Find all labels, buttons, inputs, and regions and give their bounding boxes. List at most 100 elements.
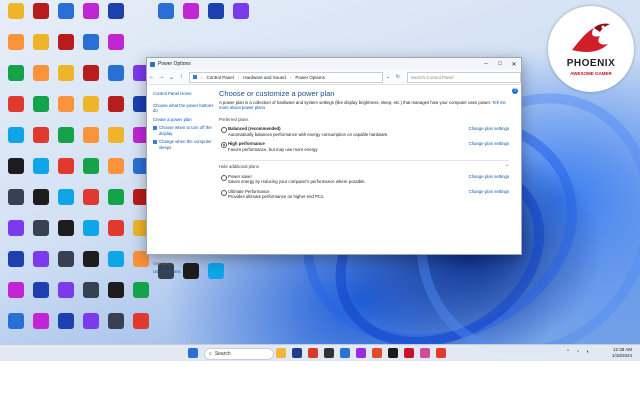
store-icon[interactable] bbox=[292, 348, 302, 358]
taskbar-clock[interactable]: 12:38 AM 1/18/2024 bbox=[612, 347, 632, 359]
desktop-shortcut-icon[interactable] bbox=[28, 281, 54, 311]
desktop-shortcut-icon[interactable] bbox=[28, 95, 54, 125]
app-icon[interactable] bbox=[404, 348, 414, 358]
search-input[interactable]: Search Control Panel bbox=[406, 71, 521, 83]
desktop-shortcut-icon[interactable] bbox=[128, 281, 154, 311]
desktop-shortcut-icon[interactable] bbox=[3, 157, 29, 187]
breadcrumb-item[interactable]: Hardware and Sound bbox=[243, 75, 286, 80]
desktop-shortcut-icon[interactable] bbox=[103, 188, 129, 218]
desktop-shortcut-icon[interactable] bbox=[3, 126, 29, 156]
desktop-shortcut-icon[interactable] bbox=[228, 2, 254, 32]
desktop-shortcut-icon[interactable] bbox=[78, 33, 104, 63]
desktop-shortcut-icon[interactable] bbox=[28, 188, 54, 218]
app-icon[interactable] bbox=[340, 348, 350, 358]
tray-chevron-icon[interactable]: ⌃ bbox=[566, 349, 570, 355]
desktop-shortcut-icon[interactable] bbox=[103, 33, 129, 63]
desktop-shortcut-icon[interactable] bbox=[53, 312, 79, 342]
desktop-shortcut-icon[interactable] bbox=[78, 250, 104, 280]
address-dropdown-icon[interactable]: ⌄ bbox=[383, 74, 393, 80]
desktop-shortcut-icon[interactable] bbox=[78, 64, 104, 94]
desktop-shortcut-icon[interactable] bbox=[128, 312, 154, 342]
desktop-shortcut-icon[interactable] bbox=[53, 33, 79, 63]
desktop-shortcut-icon[interactable] bbox=[103, 64, 129, 94]
desktop-shortcut-icon[interactable] bbox=[3, 64, 29, 94]
desktop-shortcut-icon[interactable] bbox=[3, 250, 29, 280]
desktop-shortcut-icon[interactable] bbox=[103, 250, 129, 280]
maximize-button[interactable]: □ bbox=[493, 61, 507, 67]
app-icon[interactable] bbox=[308, 348, 318, 358]
desktop-shortcut-icon[interactable] bbox=[3, 219, 29, 249]
app-icon[interactable] bbox=[356, 348, 366, 358]
desktop-shortcut-icon[interactable] bbox=[53, 64, 79, 94]
desktop-shortcut-icon[interactable] bbox=[28, 312, 54, 342]
desktop-shortcut-icon[interactable] bbox=[28, 126, 54, 156]
sidebar-link-create-plan[interactable]: Create a power plan bbox=[153, 117, 217, 123]
refresh-icon[interactable]: ↻ bbox=[393, 74, 403, 80]
app-icon[interactable] bbox=[436, 348, 446, 358]
plan-balanced[interactable]: Balanced (recommended) Automatically bal… bbox=[219, 126, 509, 137]
desktop-shortcut-icon[interactable] bbox=[78, 126, 104, 156]
desktop-shortcut-icon[interactable] bbox=[3, 2, 29, 32]
plan-radio[interactable] bbox=[221, 189, 227, 196]
desktop-shortcut-icon[interactable] bbox=[178, 262, 204, 292]
file-explorer-icon[interactable] bbox=[276, 348, 286, 358]
desktop-shortcut-icon[interactable] bbox=[153, 2, 179, 32]
desktop-shortcut-icon[interactable] bbox=[78, 188, 104, 218]
plan-high-performance[interactable]: High performance Favors performance, but… bbox=[219, 141, 509, 152]
plan-radio[interactable] bbox=[221, 174, 227, 181]
change-plan-settings-link[interactable]: Change plan settings bbox=[469, 141, 509, 147]
desktop-shortcut-icon[interactable] bbox=[28, 33, 54, 63]
desktop-shortcut-icon[interactable] bbox=[28, 64, 54, 94]
see-also-user-accounts[interactable]: User Accounts bbox=[153, 269, 181, 275]
back-arrow-icon[interactable]: ← bbox=[147, 74, 157, 80]
chevron-up-icon[interactable]: ⌃ bbox=[505, 164, 509, 170]
app-icon[interactable] bbox=[372, 348, 382, 358]
desktop-shortcut-icon[interactable] bbox=[103, 2, 129, 32]
desktop-shortcut-icon[interactable] bbox=[53, 95, 79, 125]
desktop-shortcut-icon[interactable] bbox=[203, 262, 229, 292]
hide-additional-plans[interactable]: Hide additional plans ⌃ bbox=[219, 160, 509, 170]
desktop-shortcut-icon[interactable] bbox=[53, 2, 79, 32]
breadcrumb[interactable]: › Control Panel › Hardware and Sound › P… bbox=[189, 71, 384, 83]
desktop-shortcut-icon[interactable] bbox=[78, 312, 104, 342]
desktop-shortcut-icon[interactable] bbox=[78, 95, 104, 125]
desktop-shortcut-icon[interactable] bbox=[53, 188, 79, 218]
sidebar-control-panel-home[interactable]: Control Panel Home bbox=[153, 91, 217, 97]
change-plan-settings-link[interactable]: Change plan settings bbox=[469, 189, 509, 195]
desktop-shortcut-icon[interactable] bbox=[3, 312, 29, 342]
volume-icon[interactable]: ◖ bbox=[586, 349, 589, 355]
desktop-shortcut-icon[interactable] bbox=[3, 281, 29, 311]
app-icon[interactable] bbox=[420, 348, 430, 358]
recent-dropdown-icon[interactable]: ⌄ bbox=[167, 74, 177, 81]
desktop-shortcut-icon[interactable] bbox=[103, 312, 129, 342]
desktop-shortcut-icon[interactable] bbox=[28, 250, 54, 280]
desktop-shortcut-icon[interactable] bbox=[203, 2, 229, 32]
network-icon[interactable]: ◔ bbox=[576, 349, 579, 355]
desktop-shortcut-icon[interactable] bbox=[53, 281, 79, 311]
sidebar-link-power-buttons[interactable]: Choose what the power buttons do bbox=[153, 103, 217, 114]
plan-radio[interactable] bbox=[221, 142, 227, 148]
desktop-shortcut-icon[interactable] bbox=[78, 219, 104, 249]
up-arrow-icon[interactable]: ↑ bbox=[176, 74, 186, 80]
desktop-shortcut-icon[interactable] bbox=[53, 157, 79, 187]
desktop-shortcut-icon[interactable] bbox=[3, 188, 29, 218]
desktop-shortcut-icon[interactable] bbox=[3, 95, 29, 125]
desktop-shortcut-icon[interactable] bbox=[53, 250, 79, 280]
desktop-shortcut-icon[interactable] bbox=[103, 126, 129, 156]
desktop-shortcut-icon[interactable] bbox=[3, 33, 29, 63]
minimize-button[interactable]: – bbox=[479, 61, 493, 67]
help-icon[interactable]: ? bbox=[512, 88, 518, 94]
change-plan-settings-link[interactable]: Change plan settings bbox=[469, 126, 509, 132]
desktop-shortcut-icon[interactable] bbox=[53, 126, 79, 156]
desktop-shortcut-icon[interactable] bbox=[103, 157, 129, 187]
plan-power-saver[interactable]: Power saver Saves energy by reducing you… bbox=[219, 174, 509, 185]
breadcrumb-item[interactable]: Control Panel bbox=[207, 75, 234, 80]
start-button-icon[interactable] bbox=[188, 348, 198, 358]
forward-arrow-icon[interactable]: → bbox=[157, 74, 167, 80]
change-plan-settings-link[interactable]: Change plan settings bbox=[469, 174, 509, 180]
breadcrumb-item[interactable]: Power Options bbox=[295, 75, 325, 80]
desktop-shortcut-icon[interactable] bbox=[103, 281, 129, 311]
desktop-shortcut-icon[interactable] bbox=[53, 219, 79, 249]
desktop-shortcut-icon[interactable] bbox=[28, 157, 54, 187]
desktop-shortcut-icon[interactable] bbox=[28, 2, 54, 32]
